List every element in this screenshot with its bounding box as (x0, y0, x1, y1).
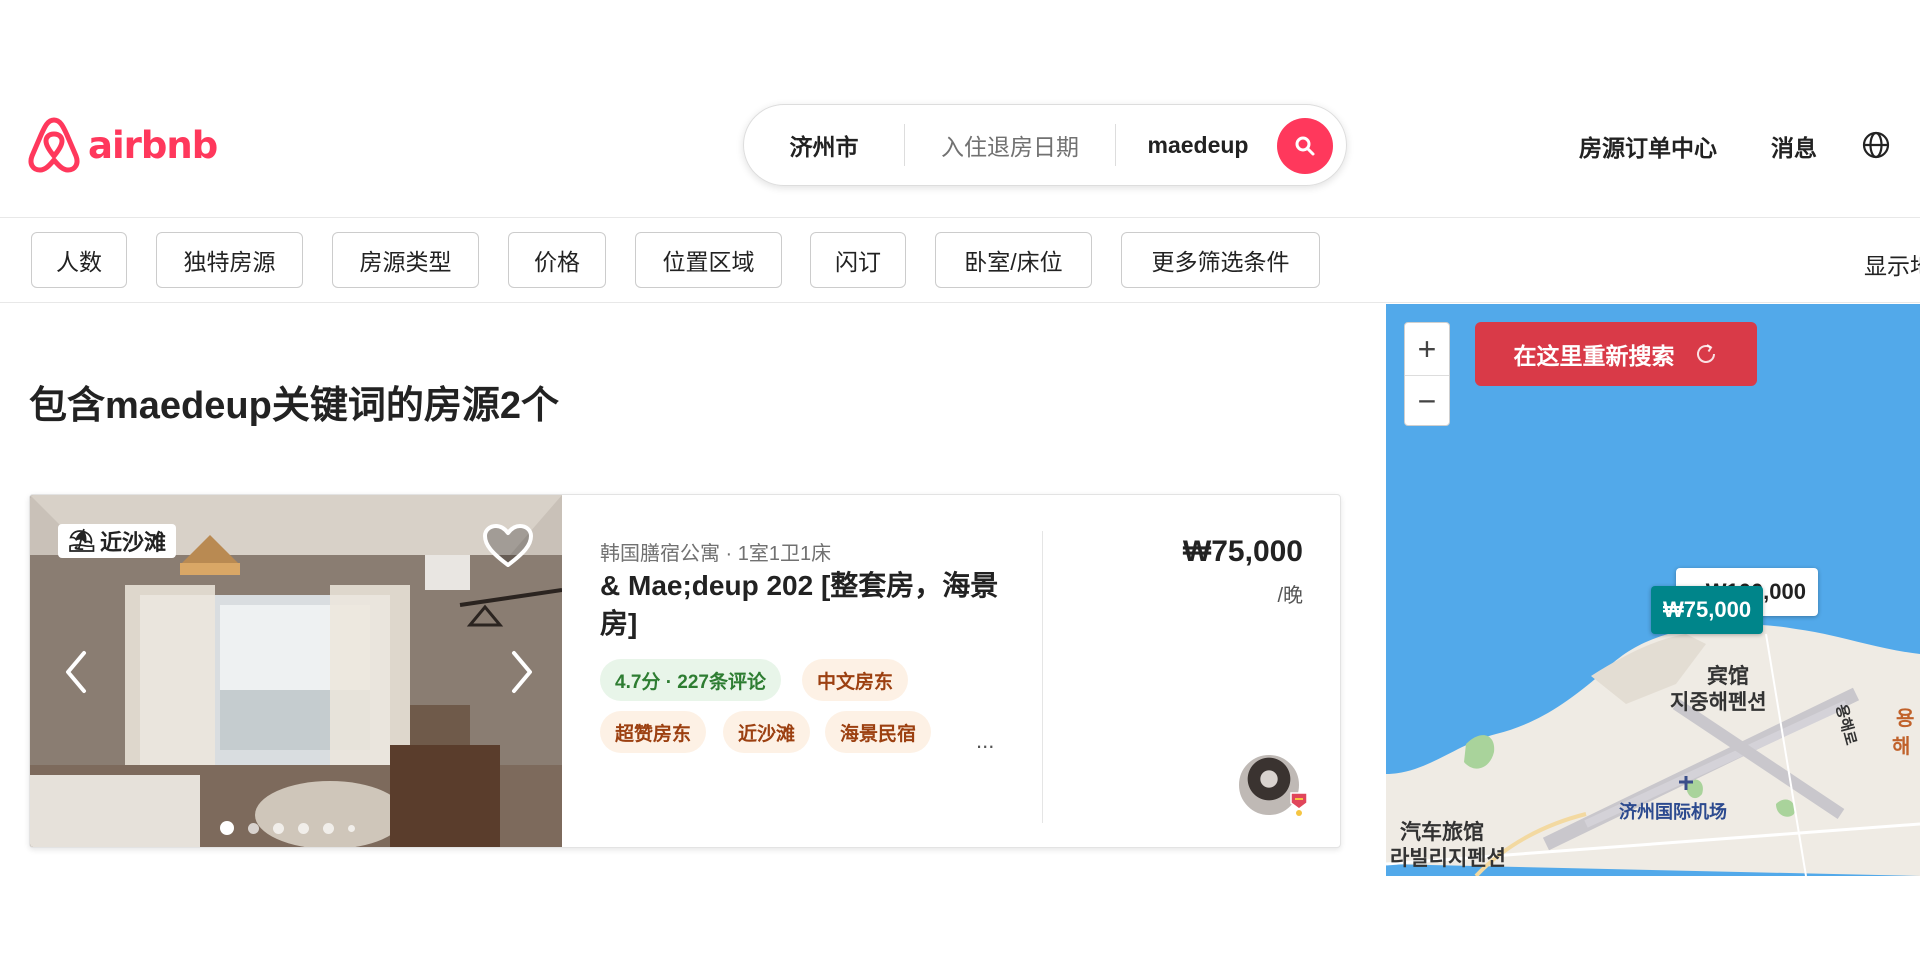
search-button[interactable] (1277, 118, 1333, 174)
airbnb-logo[interactable]: airbnb (26, 116, 218, 174)
photo-pagination (220, 821, 355, 835)
listing-photo[interactable]: ⛱ 近沙滩 (30, 495, 562, 847)
search-location[interactable]: 济州市 (744, 104, 904, 186)
show-map-toggle[interactable]: 显示地 (1864, 247, 1920, 281)
results-title: 包含maedeup关键词的房源2个 (29, 385, 559, 427)
filter-price[interactable]: 价格 (508, 232, 606, 288)
map-label-edge: 용 (1896, 706, 1915, 730)
rating-tag: 4.7分 · 227条评论 (600, 659, 781, 701)
globe-icon (1862, 131, 1890, 159)
pagination-dot[interactable] (248, 822, 259, 834)
language-button[interactable] (1862, 131, 1890, 164)
pagination-dot[interactable] (323, 822, 334, 834)
zoom-out-button[interactable]: − (1405, 375, 1449, 427)
tag-chinese-host: 中文房东 (802, 659, 909, 701)
search-bar[interactable]: 济州市 入住退房日期 maedeup (743, 104, 1347, 186)
superhost-badge-icon (1290, 792, 1308, 816)
pagination-dot[interactable] (273, 822, 284, 834)
filter-rooms-beds[interactable]: 卧室/床位 (935, 232, 1092, 288)
listing-subtitle: 韩国膳宿公寓 · 1室1卫1床 (600, 543, 832, 565)
filter-unique-stays[interactable]: 独特房源 (156, 232, 303, 288)
search-dates[interactable]: 入住退房日期 (905, 104, 1115, 186)
filter-bar: 人数 独特房源 房源类型 价格 位置区域 闪订 卧室/床位 更多筛选条件 (0, 219, 1920, 303)
map-label-sea: 해 (1892, 734, 1911, 758)
map-label-pension: 지중해펜션 (1670, 689, 1767, 714)
map-label-airport: 济州国际机场 (1619, 802, 1727, 823)
map-panel[interactable]: + − 在这里重新搜索 ₩100,000 ₩75,000 宾馆 지중해펜션 济州… (1386, 304, 1920, 876)
filter-location[interactable]: 位置区域 (635, 232, 782, 288)
card-divider (1042, 531, 1043, 823)
top-header: airbnb 济州市 入住退房日期 maedeup 房源订单中心 消息 (0, 0, 1920, 218)
filter-property-type[interactable]: 房源类型 (332, 232, 479, 288)
airbnb-logo-icon (28, 117, 80, 173)
listing-card[interactable]: ⛱ 近沙滩 韩国膳宿公寓 · 1室1卫1床 & Mae;deup 202 [整套… (29, 494, 1341, 848)
map-label-village-pension: 라빌리지펜션 (1390, 845, 1506, 870)
filter-instant-book[interactable]: 闪订 (810, 232, 906, 288)
filter-guests[interactable]: 人数 (31, 232, 127, 288)
tag-near-beach: 近沙滩 (723, 711, 811, 753)
nav-host-center[interactable]: 房源订单中心 (1579, 129, 1717, 163)
search-keyword[interactable]: maedeup (1116, 104, 1280, 186)
price-unit: /晚 (1277, 585, 1303, 607)
tag-superhost: 超赞房东 (600, 711, 707, 753)
favorite-button[interactable] (482, 523, 534, 574)
search-icon (1295, 136, 1315, 156)
listing-info: 韩国膳宿公寓 · 1室1卫1床 & Mae;deup 202 [整套房，海景房]… (600, 495, 1060, 847)
heart-icon (483, 524, 533, 567)
search-here-label: 在这里重新搜索 (1513, 343, 1675, 369)
logo-wordmark: airbnb (88, 123, 218, 167)
map-zoom-control: + − (1404, 322, 1450, 426)
photo-badge-label: 近沙滩 (99, 530, 166, 555)
umbrella-icon: ⛱ (68, 528, 96, 553)
pagination-dot[interactable] (298, 822, 309, 834)
refresh-icon (1696, 344, 1715, 363)
search-here-button[interactable]: 在这里重新搜索 (1475, 322, 1757, 386)
pagination-dot[interactable] (220, 821, 234, 835)
photo-prev-button[interactable] (64, 650, 88, 699)
filter-more[interactable]: 更多筛选条件 (1121, 232, 1320, 288)
photo-badge: ⛱ 近沙滩 (58, 524, 176, 558)
more-tags[interactable]: ... (976, 728, 994, 754)
map-price-pin-selected[interactable]: ₩75,000 (1651, 586, 1764, 634)
pagination-dot[interactable] (348, 824, 355, 832)
chevron-left-icon (66, 651, 86, 693)
listing-price: ₩75,000 (1182, 535, 1303, 568)
chevron-right-icon (512, 651, 532, 693)
tag-sea-view: 海景民宿 (825, 711, 932, 753)
listing-title[interactable]: & Mae;deup 202 [整套房，海景房] (600, 567, 1020, 643)
photo-next-button[interactable] (510, 650, 534, 699)
nav-messages[interactable]: 消息 (1771, 129, 1817, 163)
zoom-in-button[interactable]: + (1405, 323, 1449, 375)
